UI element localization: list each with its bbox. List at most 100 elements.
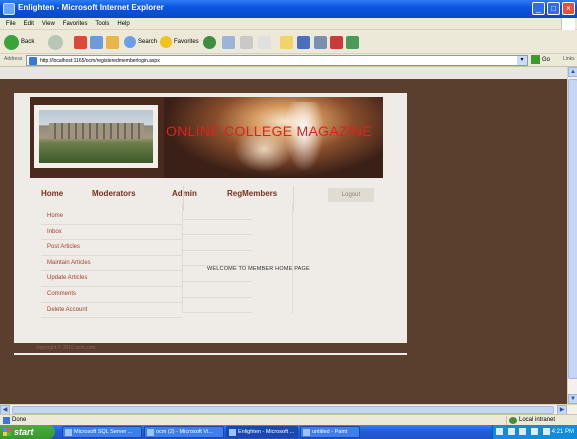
print-icon (240, 35, 253, 49)
forward-button[interactable] (48, 34, 65, 50)
menu-favorites[interactable]: Favorites (63, 18, 88, 30)
messenger-button[interactable] (314, 34, 327, 50)
menu-file[interactable]: File (6, 18, 16, 30)
globe-icon (509, 417, 517, 424)
sidebar-item-comments[interactable]: Comments (41, 287, 182, 303)
vertical-scroll-thumb[interactable] (568, 79, 577, 379)
horizontal-scroll-thumb[interactable] (12, 406, 554, 414)
ie-task-icon (229, 429, 236, 436)
task-sql-server[interactable]: Microsoft SQL Server ... (62, 426, 142, 438)
research-button[interactable] (330, 34, 343, 50)
folder-icon (280, 35, 293, 49)
horizontal-scrollbar[interactable]: ◀ ▶ (0, 404, 577, 415)
sidebar-item-delete-account[interactable]: Delete Account (41, 303, 182, 319)
address-input[interactable]: http://localhost:1165/ocm/registeredmemb… (26, 55, 528, 66)
vertical-scrollbar[interactable]: ▲ ▼ (567, 67, 577, 404)
tray-icon[interactable] (496, 427, 503, 435)
sql-server-icon (65, 429, 72, 436)
content-grid (182, 204, 252, 314)
home-button[interactable] (106, 34, 119, 50)
windows-logo-icon (561, 18, 575, 30)
scroll-down-icon[interactable]: ▼ (568, 394, 577, 404)
discuss-button[interactable] (297, 34, 310, 50)
links-button[interactable]: Links (563, 56, 575, 62)
page-content: ONLINE COLLEGE MAGAZINE Home Moderators … (14, 93, 407, 355)
address-url: http://localhost:1165/ocm/registeredmemb… (40, 58, 160, 64)
close-button[interactable]: × (562, 2, 575, 15)
nav-regmembers[interactable]: RegMembers (227, 189, 277, 198)
taskbar: start Microsoft SQL Server ... ocm (2) -… (0, 425, 577, 439)
ie-icon (3, 3, 15, 15)
sidebar-item-post-articles[interactable]: Post Articles (41, 240, 182, 256)
windows-flag-icon (3, 428, 11, 436)
nav-admin[interactable]: Admin (172, 189, 197, 198)
done-page-icon (3, 417, 10, 424)
star-icon (160, 36, 172, 48)
title-bar: Enlighten - Microsoft Internet Explorer … (0, 0, 577, 18)
refresh-button[interactable] (90, 34, 103, 50)
messenger-icon (314, 35, 327, 49)
menu-edit[interactable]: Edit (24, 18, 34, 30)
stop-button[interactable] (74, 34, 87, 50)
search-button[interactable]: Search (124, 34, 157, 50)
favorites-label: Favorites (174, 39, 199, 45)
tools-icon (346, 35, 359, 49)
go-label: Go (542, 57, 551, 64)
task-visual-studio[interactable]: ocm (2) - Microsoft Vi... (144, 426, 224, 438)
minimize-button[interactable]: _ (532, 2, 545, 15)
mail-icon (222, 35, 235, 49)
nav-divider (293, 186, 294, 211)
favorites-button[interactable]: Favorites (160, 34, 199, 50)
scroll-up-icon[interactable]: ▲ (568, 67, 577, 77)
welcome-message: WELCOME TO MEMBER HOME PAGE (207, 266, 310, 272)
logout-button[interactable]: Logout (328, 188, 374, 202)
sidebar-item-inbox[interactable]: Inbox (41, 225, 182, 241)
back-label: Back (21, 39, 35, 45)
mail-button[interactable] (222, 34, 235, 50)
site-header: ONLINE COLLEGE MAGAZINE (30, 97, 383, 178)
menu-tools[interactable]: Tools (95, 18, 109, 30)
go-arrow-icon (531, 55, 540, 64)
sidebar-menu: Home Inbox Post Articles Maintain Articl… (41, 209, 182, 319)
window-title: Enlighten - Microsoft Internet Explorer (18, 3, 164, 12)
clock[interactable]: 4:21 PM (552, 425, 574, 439)
go-button[interactable]: Go (531, 55, 561, 66)
task-label: Enlighten - Microsoft ... (238, 429, 295, 435)
sidebar-item-home[interactable]: Home (41, 209, 182, 225)
column-divider (292, 204, 293, 314)
tray-icon[interactable] (542, 427, 550, 435)
tray-icon[interactable] (531, 427, 539, 435)
start-button[interactable]: start (0, 425, 55, 439)
stop-icon (74, 35, 87, 49)
address-dropdown-icon[interactable]: ▾ (517, 56, 527, 65)
folder-button[interactable] (280, 34, 293, 50)
tray-icon[interactable] (519, 427, 527, 435)
menu-help[interactable]: Help (117, 18, 129, 30)
task-label: ocm (2) - Microsoft Vi... (156, 429, 213, 435)
page-top-strip (0, 67, 567, 79)
browser-viewport: ONLINE COLLEGE MAGAZINE Home Moderators … (0, 67, 567, 404)
status-text: Done (12, 417, 27, 423)
nav-moderators[interactable]: Moderators (92, 189, 136, 198)
history-button[interactable] (203, 34, 218, 50)
print-button[interactable] (240, 34, 253, 50)
menu-view[interactable]: View (42, 18, 55, 30)
visual-studio-icon (147, 429, 154, 436)
edit-button[interactable] (258, 34, 271, 50)
sidebar-item-update-articles[interactable]: Update Articles (41, 271, 182, 287)
task-paint[interactable]: untitled - Paint (300, 426, 360, 438)
forward-arrow-icon (48, 34, 63, 50)
task-internet-explorer[interactable]: Enlighten - Microsoft ... (226, 426, 298, 438)
main-nav: Home Moderators Admin RegMembers Logout (30, 186, 383, 211)
nav-home[interactable]: Home (41, 189, 63, 198)
discuss-icon (297, 35, 310, 49)
zone-label: Local intranet (519, 417, 556, 423)
research-icon (330, 35, 343, 49)
magazine-title: ONLINE COLLEGE MAGAZINE (166, 123, 373, 139)
maximize-button[interactable]: □ (547, 2, 560, 15)
tray-icon[interactable] (507, 427, 515, 435)
system-tray: 4:21 PM (492, 425, 577, 439)
sidebar-item-maintain-articles[interactable]: Maintain Articles (41, 256, 182, 272)
back-button[interactable]: Back (4, 34, 34, 50)
tools-button[interactable] (346, 34, 359, 50)
